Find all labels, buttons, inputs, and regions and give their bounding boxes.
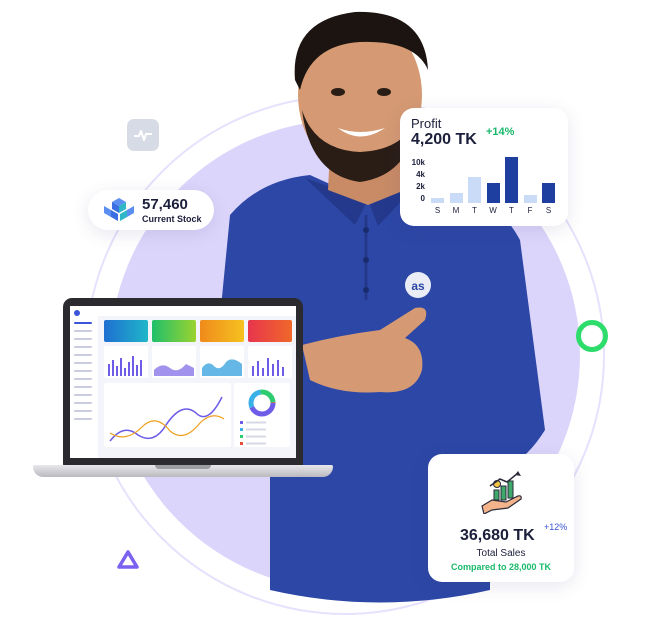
kpi-card: [152, 320, 196, 342]
boxes-icon: [104, 198, 134, 221]
y-tick-label: 4k: [416, 170, 425, 179]
x-tick-label: S: [434, 206, 441, 215]
sales-value: 36,680 TK: [460, 527, 535, 544]
x-tick-label: T: [472, 206, 477, 215]
sidebar-line: [74, 346, 92, 348]
sales-compare: Compared to 28,000 TK: [450, 562, 552, 572]
sidebar-line: [74, 418, 92, 420]
profit-bar: [468, 177, 481, 203]
kpi-card: [248, 320, 292, 342]
y-tick-label: 0: [420, 194, 425, 203]
laptop-notch: [155, 465, 211, 469]
dashboard-logo-icon: [74, 310, 80, 316]
activity-tile: [127, 119, 159, 151]
mini-chart-card: [200, 346, 244, 378]
sidebar-line: [74, 322, 92, 324]
triangle-decoration: [117, 550, 139, 569]
profit-value: 4,200 TK: [411, 131, 477, 148]
profit-bar: [486, 182, 500, 203]
sales-label: Total Sales: [476, 548, 526, 559]
pulse-icon: [134, 130, 152, 141]
sidebar-line: [74, 410, 92, 412]
profit-bar: [449, 192, 463, 203]
donut-chart-card: [234, 383, 290, 447]
x-tick-label: W: [489, 206, 497, 215]
dashboard-topbar: [98, 306, 296, 316]
stock-value: 57,460: [142, 196, 188, 213]
y-tick-label: 2k: [416, 182, 425, 191]
profit-bar: [523, 195, 537, 203]
shirt-logo: as: [411, 279, 425, 293]
sidebar-line: [74, 402, 92, 404]
x-tick-label: S: [545, 206, 552, 215]
sidebar-line: [74, 354, 92, 356]
x-tick-label: M: [452, 206, 460, 215]
sidebar-line: [74, 338, 92, 340]
green-ring-decoration: [576, 320, 608, 352]
growth-hand-icon: [481, 471, 522, 514]
sidebar-line: [74, 370, 92, 372]
stock-label: Current Stock: [142, 214, 202, 224]
sidebar-line: [74, 330, 92, 332]
profit-change: +14%: [486, 126, 515, 138]
profit-title: Profit: [411, 116, 442, 131]
profit-bar: [431, 197, 444, 203]
x-tick-label: T: [509, 206, 514, 215]
x-tick-label: F: [527, 206, 533, 215]
sidebar-line: [74, 378, 92, 380]
kpi-card: [200, 320, 244, 342]
mini-chart-card: [104, 346, 148, 378]
line-chart-card: [104, 383, 231, 447]
sidebar-line: [74, 394, 92, 396]
dashboard-sidebar: [70, 306, 98, 458]
mini-chart-card: [152, 346, 196, 378]
sales-change: +12%: [544, 522, 568, 532]
kpi-card: [104, 320, 148, 342]
sidebar-line: [74, 362, 92, 364]
profit-bar: [542, 182, 555, 203]
profit-bar: [505, 157, 518, 203]
dashboard-screenshot: [70, 306, 296, 458]
sidebar-line: [74, 386, 92, 388]
y-tick-label: 10k: [411, 158, 425, 167]
mini-chart-card: [248, 346, 292, 378]
